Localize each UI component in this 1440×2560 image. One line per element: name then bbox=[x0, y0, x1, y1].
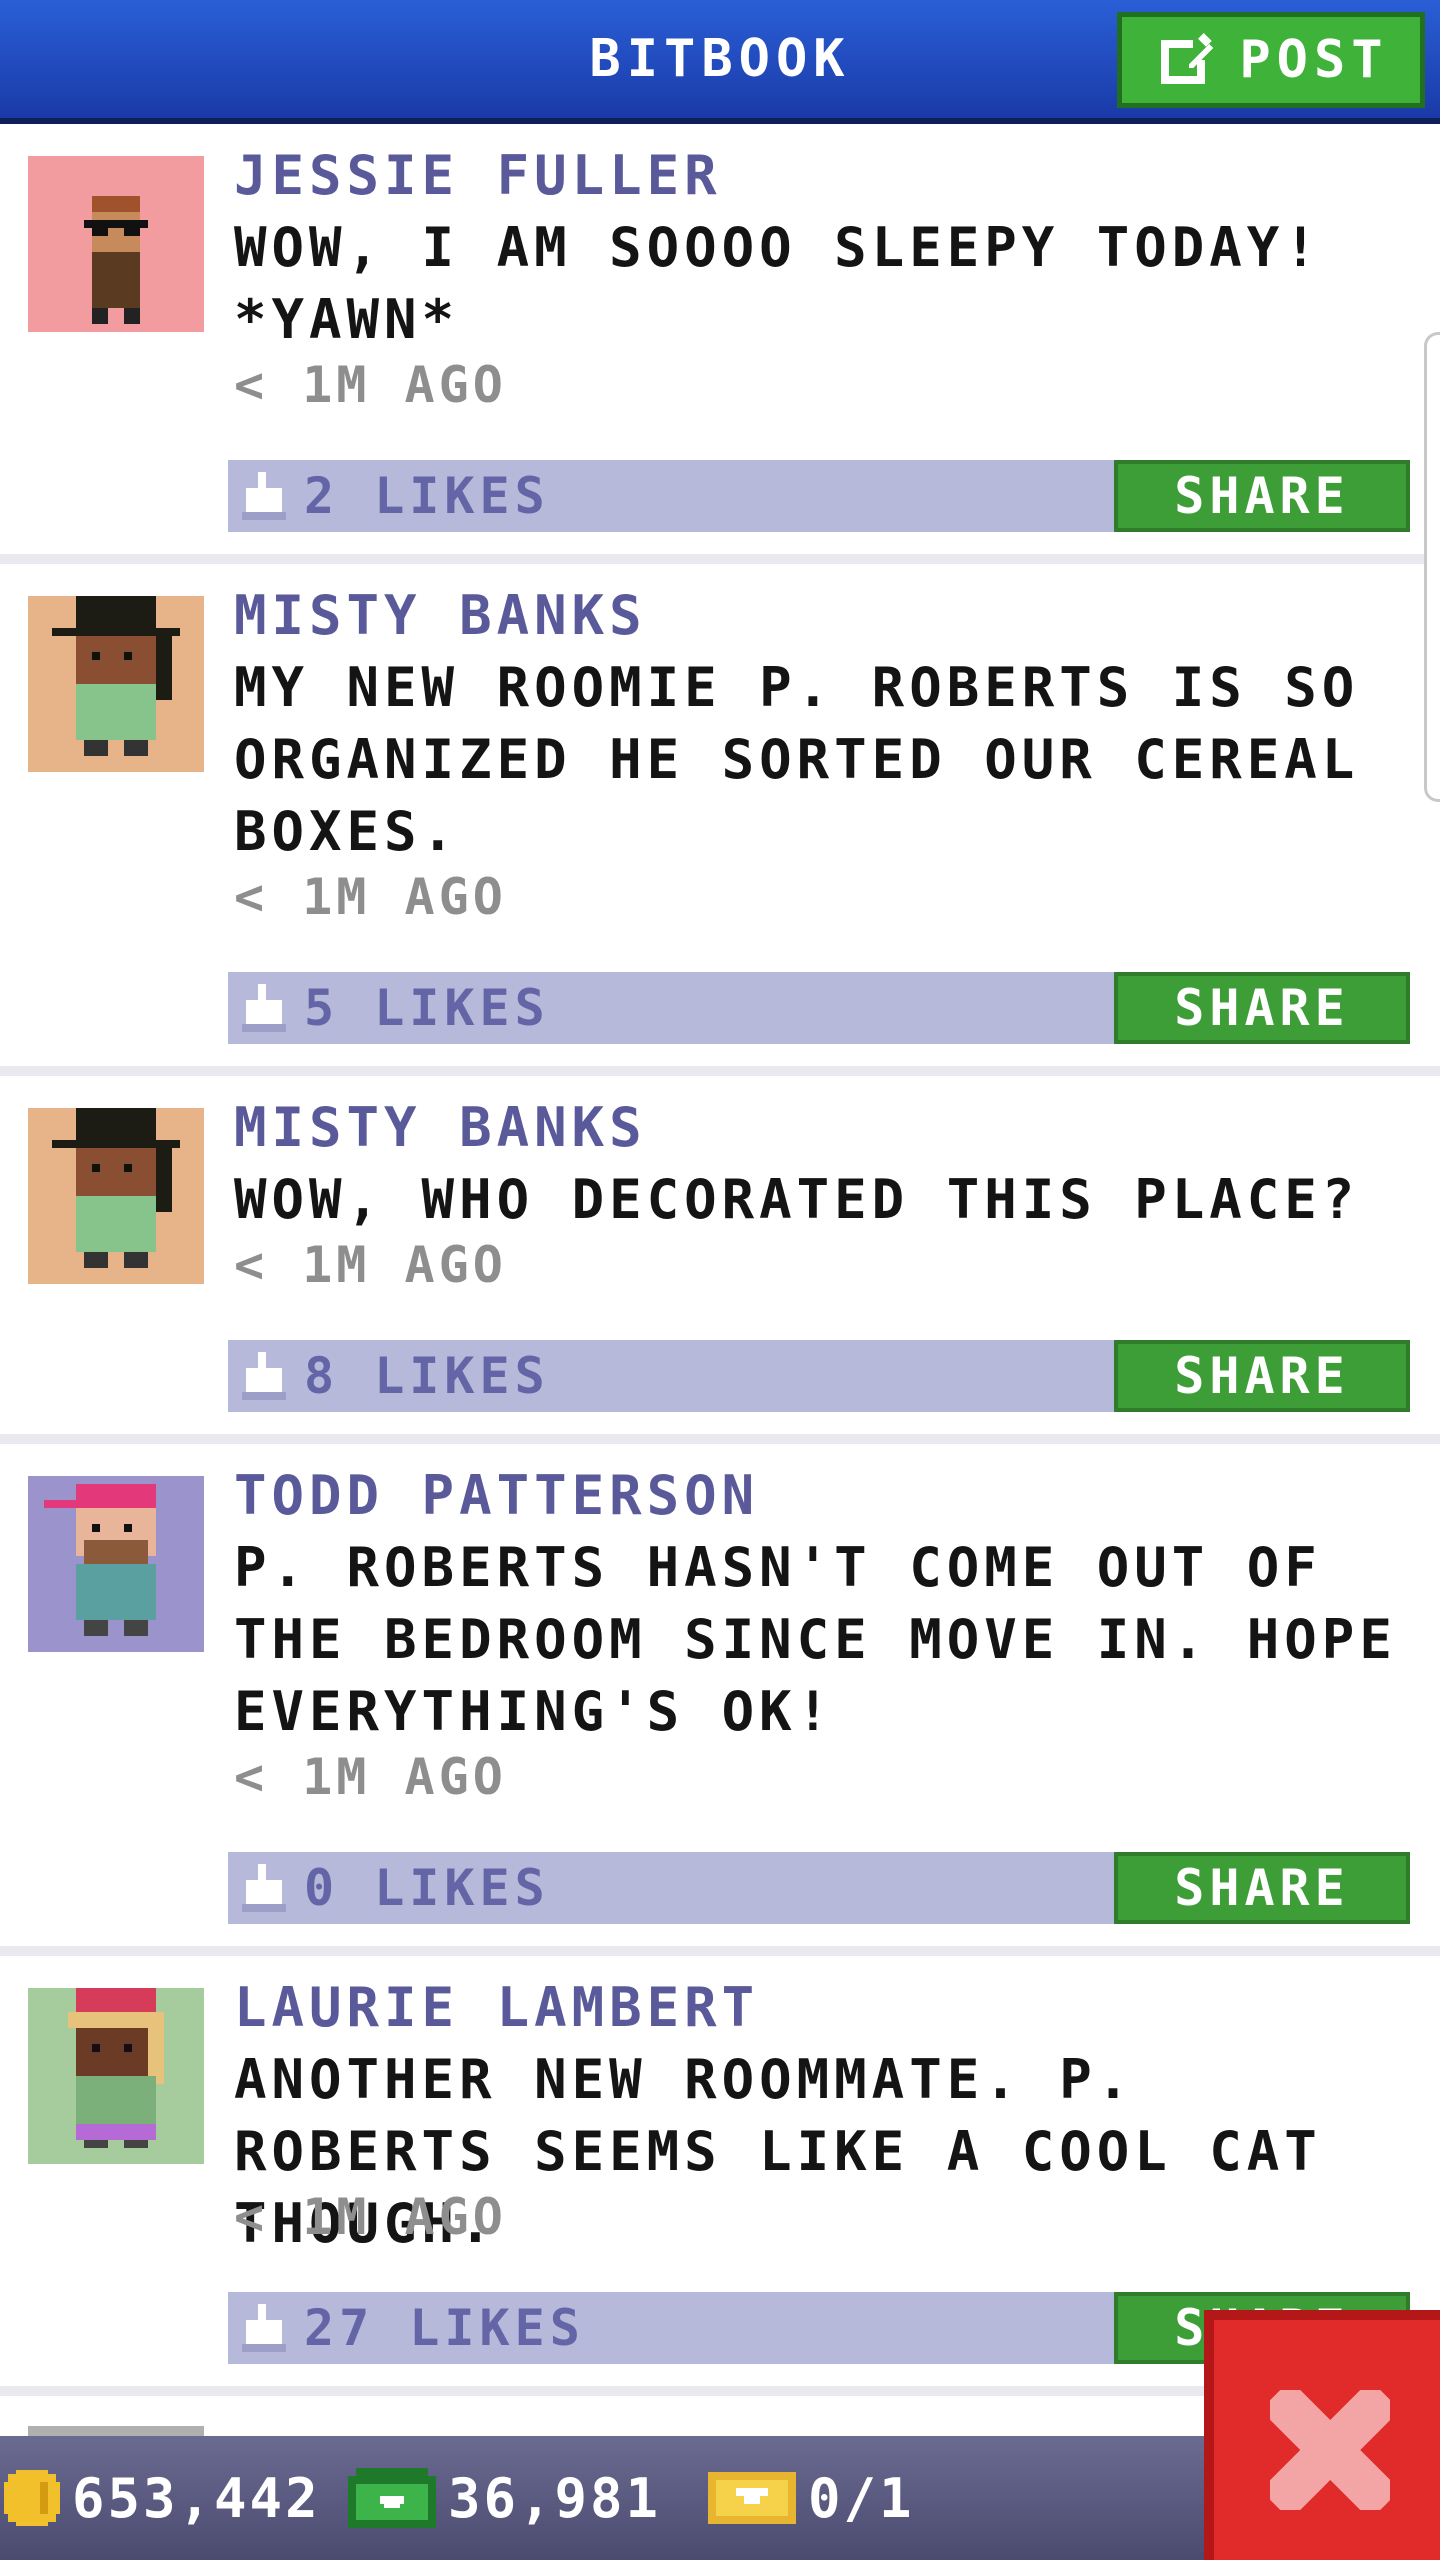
close-icon bbox=[1270, 2390, 1390, 2510]
post-divider bbox=[0, 554, 1440, 564]
post-author[interactable]: TODD PATTERSON bbox=[234, 1464, 759, 1527]
share-button[interactable]: SHARE bbox=[1114, 972, 1410, 1044]
likes-count: 5 LIKES bbox=[304, 979, 550, 1037]
bux-icon bbox=[348, 2468, 436, 2528]
likes-count: 0 LIKES bbox=[304, 1859, 550, 1917]
feed-post: MISTY BANKS WOW, WHO DECORATED THIS PLAC… bbox=[0, 1076, 1440, 1434]
avatar bbox=[28, 1988, 204, 2164]
post-divider bbox=[0, 1066, 1440, 1076]
feed-post: JESSIE FULLER WOW, I AM SOOOO SLEEPY TOD… bbox=[0, 124, 1440, 554]
coins-value: 653,442 bbox=[72, 2466, 321, 2530]
ticket-icon bbox=[708, 2472, 796, 2524]
post-timestamp: < 1M AGO bbox=[234, 1748, 507, 1806]
feed-post: TODD PATTERSON P. ROBERTS HASN'T COME OU… bbox=[0, 1444, 1440, 1946]
avatar bbox=[28, 1108, 204, 1284]
likes-bar: 0 LIKES SHARE bbox=[228, 1852, 1410, 1924]
share-button[interactable]: SHARE bbox=[1114, 460, 1410, 532]
close-button[interactable] bbox=[1204, 2310, 1440, 2560]
likes-bar: 2 LIKES SHARE bbox=[228, 460, 1410, 532]
likes-bar: 5 LIKES SHARE bbox=[228, 972, 1410, 1044]
avatar bbox=[28, 156, 204, 332]
bux-value: 36,981 bbox=[448, 2466, 662, 2530]
post-message: WOW, I AM SOOOO SLEEPY TODAY! *YAWN* bbox=[234, 216, 1322, 351]
post-message: MY NEW ROOMIE P. ROBERTS IS SO ORGANIZED… bbox=[234, 656, 1360, 863]
like-icon[interactable] bbox=[242, 1864, 286, 1912]
bux-counter: 36,981 bbox=[348, 2436, 661, 2560]
coin-icon bbox=[4, 2470, 60, 2526]
tickets-counter: 0/1 bbox=[708, 2436, 915, 2560]
post-author[interactable]: JESSIE FULLER bbox=[234, 144, 722, 207]
feed-post: MISTY BANKS MY NEW ROOMIE P. ROBERTS IS … bbox=[0, 564, 1440, 1066]
like-icon[interactable] bbox=[242, 2304, 286, 2352]
post-button[interactable]: POST bbox=[1117, 12, 1425, 108]
likes-count: 8 LIKES bbox=[304, 1347, 550, 1405]
post-timestamp: < 1M AGO bbox=[234, 868, 507, 926]
likes-bar: 8 LIKES SHARE bbox=[228, 1340, 1410, 1412]
coins-counter: 653,442 bbox=[4, 2436, 321, 2560]
app-header: BITBOOK POST bbox=[0, 0, 1440, 124]
share-button[interactable]: SHARE bbox=[1114, 1852, 1410, 1924]
like-icon[interactable] bbox=[242, 1352, 286, 1400]
scrollbar[interactable] bbox=[1424, 332, 1440, 802]
post-timestamp: < 1M AGO bbox=[234, 1236, 507, 1294]
post-message: P. ROBERTS HASN'T COME OUT OF THE BEDROO… bbox=[234, 1536, 1397, 1743]
like-icon[interactable] bbox=[242, 984, 286, 1032]
avatar bbox=[28, 2426, 204, 2436]
likes-count: 27 LIKES bbox=[304, 2299, 585, 2357]
post-author[interactable]: LAURIE LAMBERT bbox=[234, 1976, 759, 2039]
avatar bbox=[28, 1476, 204, 1652]
tickets-value: 0/1 bbox=[808, 2466, 915, 2530]
post-author[interactable]: MISTY BANKS bbox=[234, 1096, 647, 1159]
share-button[interactable]: SHARE bbox=[1114, 1340, 1410, 1412]
post-author[interactable]: MISTY BANKS bbox=[234, 584, 647, 647]
post-divider bbox=[0, 1946, 1440, 1956]
likes-count: 2 LIKES bbox=[304, 467, 550, 525]
post-divider bbox=[0, 1434, 1440, 1444]
like-icon[interactable] bbox=[242, 472, 286, 520]
post-button-label: POST bbox=[1239, 30, 1389, 90]
post-message: WOW, WHO DECORATED THIS PLACE? bbox=[234, 1168, 1360, 1231]
post-timestamp: < 1M AGO bbox=[234, 2188, 507, 2246]
edit-icon bbox=[1161, 33, 1214, 84]
post-timestamp: < 1M AGO bbox=[234, 356, 507, 414]
avatar bbox=[28, 596, 204, 772]
